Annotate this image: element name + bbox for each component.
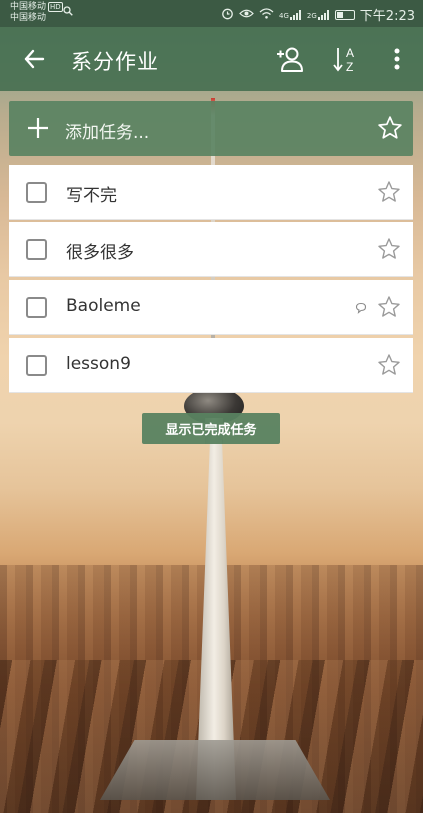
status-right: 4G 2G 下午2:23 bbox=[221, 5, 415, 24]
page-title: 系分作业 bbox=[71, 50, 159, 74]
star-icon[interactable] bbox=[377, 180, 401, 204]
task-item[interactable]: Baoleme bbox=[9, 280, 413, 335]
add-task-input[interactable]: 添加任务... bbox=[65, 118, 149, 143]
task-item[interactable]: 很多很多 bbox=[9, 222, 413, 277]
svg-text:A: A bbox=[346, 46, 354, 60]
task-title: lesson9 bbox=[66, 354, 131, 374]
add-task-bar[interactable]: 添加任务... bbox=[9, 101, 413, 156]
carrier-secondary: 中国移动 bbox=[10, 13, 47, 23]
status-bar: 中国移动 HD 中国移动 4G 2G 下午2:23 bbox=[0, 0, 423, 27]
add-member-icon bbox=[277, 47, 303, 72]
sort-button[interactable]: A Z bbox=[330, 43, 362, 75]
arrow-left-icon bbox=[24, 49, 45, 69]
task-item[interactable]: lesson9 bbox=[9, 338, 413, 393]
task-title: Baoleme bbox=[66, 296, 141, 316]
task-item[interactable]: 写不完 bbox=[9, 165, 413, 220]
signal-2-label: 2G bbox=[306, 11, 317, 20]
star-icon[interactable] bbox=[377, 295, 401, 319]
add-member-button[interactable] bbox=[274, 43, 306, 75]
task-title: 很多很多 bbox=[66, 243, 134, 263]
carrier-info: 中国移动 HD 中国移动 bbox=[10, 2, 63, 24]
star-icon[interactable] bbox=[377, 353, 401, 377]
wifi-icon bbox=[259, 7, 274, 22]
signal-1-icon: 4G bbox=[279, 9, 302, 20]
task-title: 写不完 bbox=[66, 186, 117, 206]
task-checkbox[interactable] bbox=[26, 182, 47, 203]
eye-icon bbox=[239, 8, 254, 22]
star-icon[interactable] bbox=[377, 237, 401, 261]
task-checkbox[interactable] bbox=[26, 239, 47, 260]
show-completed-button[interactable]: 显示已完成任务 bbox=[142, 413, 280, 444]
sort-az-icon: A Z bbox=[333, 46, 354, 74]
clock: 下午2:23 bbox=[359, 9, 415, 24]
tower-base bbox=[100, 740, 330, 800]
svg-text:Z: Z bbox=[346, 60, 353, 74]
signal-2-icon: 2G bbox=[306, 9, 330, 20]
app-bar: 系分作业 A Z bbox=[0, 27, 423, 91]
back-button[interactable] bbox=[20, 45, 48, 73]
star-icon[interactable] bbox=[377, 115, 403, 141]
more-options-button[interactable] bbox=[381, 43, 413, 75]
search-status-icon bbox=[63, 6, 73, 19]
carrier-primary: 中国移动 bbox=[10, 2, 47, 12]
signal-1-label: 4G bbox=[279, 11, 289, 20]
more-vert-icon bbox=[394, 48, 400, 70]
alarm-icon bbox=[221, 7, 234, 23]
hd-badge: HD bbox=[48, 2, 63, 12]
task-checkbox[interactable] bbox=[26, 297, 47, 318]
battery-icon bbox=[334, 9, 355, 20]
plus-icon bbox=[28, 118, 48, 138]
task-checkbox[interactable] bbox=[26, 355, 47, 376]
comment-icon bbox=[355, 302, 367, 314]
